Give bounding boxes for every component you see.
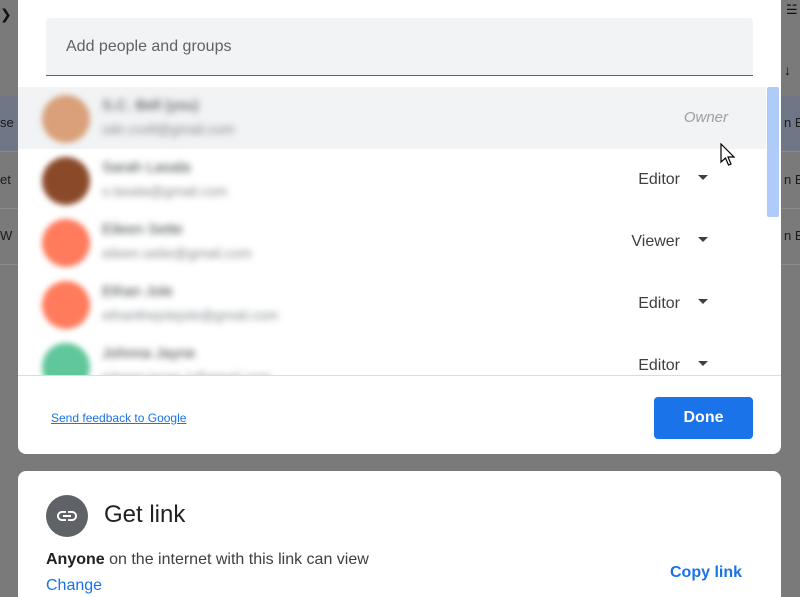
- change-access-link[interactable]: Change: [46, 577, 102, 595]
- access-scope-label: Anyone: [46, 551, 105, 568]
- person-email: sdn.ccell@gmail.com: [102, 121, 235, 137]
- role-dropdown[interactable]: Viewer: [618, 211, 728, 273]
- bg-row-text: W: [0, 228, 13, 243]
- scrollbar-thumb[interactable]: [767, 87, 779, 217]
- caret-down-icon: [698, 299, 708, 304]
- person-row: S.C. Bell (you) sdn.ccell@gmail.com Owner: [18, 87, 766, 149]
- add-people-input[interactable]: [46, 18, 753, 76]
- role-label: Editor: [638, 295, 680, 312]
- person-name: Ethan Jole: [102, 283, 173, 300]
- person-row: Sarah Lasala s.lasala@gmail.com Editor: [18, 149, 766, 211]
- owner-label: Owner: [683, 109, 728, 126]
- bg-row-text: se: [0, 115, 14, 130]
- bg-row-text: n B: [784, 172, 800, 187]
- person-row: Eileen Sette eileen.sette@gmail.com Viewer: [18, 211, 766, 273]
- person-row: Ethan Jole ethanthejolejole@gmail.com Edit…: [18, 273, 766, 335]
- people-list: S.C. Bell (you) sdn.ccell@gmail.com Owner S…: [18, 87, 781, 375]
- avatar: [42, 343, 90, 375]
- link-icon: [46, 495, 88, 537]
- avatar: [42, 219, 90, 267]
- sort-arrow-icon: ↓: [784, 62, 791, 78]
- bg-row-text: n B: [784, 115, 800, 130]
- bg-row-text: n B: [784, 228, 800, 243]
- link-access-description: Anyone on the internet with this link ca…: [46, 551, 369, 569]
- avatar: [42, 95, 90, 143]
- done-button[interactable]: Done: [654, 397, 753, 439]
- avatar: [42, 281, 90, 329]
- role-label: Editor: [638, 357, 680, 374]
- person-name: S.C. Bell (you): [102, 97, 199, 114]
- send-feedback-link[interactable]: Send feedback to Google: [51, 411, 186, 425]
- role-dropdown[interactable]: Editor: [618, 273, 728, 335]
- person-name: Sarah Lasala: [102, 159, 191, 176]
- get-link-title: Get link: [104, 501, 186, 528]
- access-scope-text: on the internet with this link can view: [104, 551, 369, 568]
- person-email: ethanthejolejole@gmail.com: [102, 307, 279, 323]
- chevron-left-icon: ❯: [0, 6, 12, 22]
- divider: [18, 375, 781, 376]
- people-list-scrollbar[interactable]: [767, 87, 779, 375]
- person-name: Eileen Sette: [102, 221, 183, 238]
- person-email: s.lasala@gmail.com: [102, 183, 228, 199]
- mouse-cursor-icon: [720, 143, 736, 166]
- caret-down-icon: [698, 361, 708, 366]
- caret-down-icon: [698, 175, 708, 180]
- bg-row-text: et: [0, 172, 11, 187]
- caret-down-icon: [698, 237, 708, 242]
- role-dropdown[interactable]: Editor: [618, 335, 728, 375]
- role-label: Editor: [638, 171, 680, 188]
- person-row: Johnna Jaynejohnna.jayne.1@gmail.comEdit…: [18, 335, 766, 375]
- avatar: [42, 157, 90, 205]
- share-dialog: S.C. Bell (you)sdn.ccell@gmail.comOwnerS…: [18, 0, 781, 454]
- person-name: Johnna Jayne: [102, 345, 196, 362]
- copy-link-button[interactable]: Copy link: [670, 564, 742, 582]
- account-icon: ☱: [786, 2, 798, 17]
- role-label: Viewer: [631, 233, 680, 250]
- role-dropdown[interactable]: Editor: [618, 149, 728, 211]
- get-link-card: Get link Anyone on the internet with thi…: [18, 471, 781, 597]
- person-email: eileen.sette@gmail.com: [102, 245, 252, 261]
